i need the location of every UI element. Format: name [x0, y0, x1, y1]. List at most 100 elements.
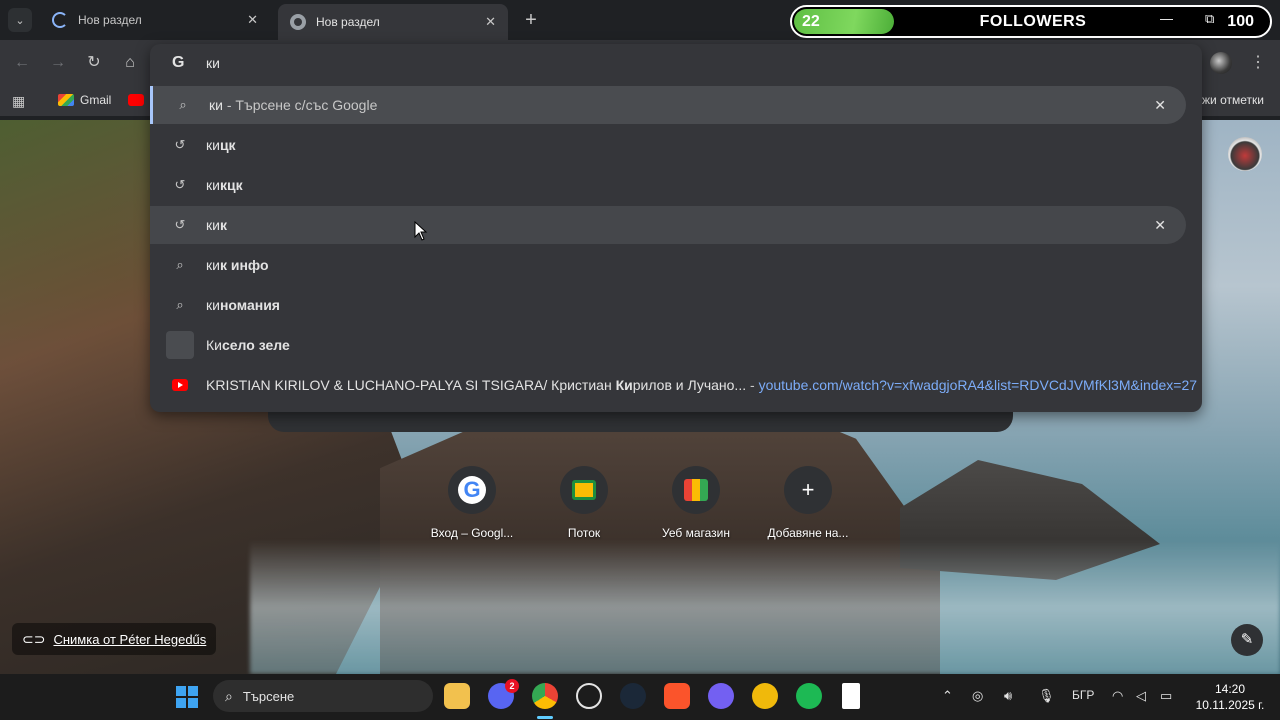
- customize-pencil-icon[interactable]: ✎: [1231, 624, 1263, 656]
- windows-start-icon[interactable]: [176, 686, 198, 708]
- apps-grid-icon[interactable]: ▦: [12, 93, 28, 109]
- tray-overflow-icon[interactable]: ⌃: [942, 688, 953, 704]
- reload-icon[interactable]: ↻: [84, 53, 104, 73]
- wallpaper-sea: [250, 540, 1280, 674]
- suggestion-url: youtube.com/watch?v=xfwadgjoRA4&list=RDV…: [758, 377, 1198, 393]
- shortcut-label: Добавяне на...: [767, 526, 849, 540]
- battery-icon[interactable]: ▭: [1160, 688, 1172, 704]
- suggestion-typed: ки: [206, 137, 220, 153]
- bookmark-label: Gmail: [80, 93, 112, 107]
- suggestion-typed: ки: [206, 217, 220, 233]
- omnibox-input-row[interactable]: G ки: [150, 44, 1202, 82]
- shortcut-add[interactable]: + Добавяне на...: [748, 466, 868, 540]
- search-icon: ⌕: [179, 97, 187, 112]
- obs-icon[interactable]: [576, 683, 602, 709]
- suggestion-completion: номания: [219, 297, 280, 313]
- taskbar-search-placeholder: Търсене: [242, 688, 295, 704]
- wifi-icon[interactable]: ◠: [1112, 688, 1123, 704]
- new-tab-button[interactable]: +: [520, 9, 542, 31]
- suggestion-search[interactable]: ⌕ киномания: [150, 286, 1186, 324]
- shortcut-web-store[interactable]: Уеб магазин: [636, 466, 756, 540]
- taskbar-clock[interactable]: 14:20 10.11.2025 г.: [1192, 681, 1268, 713]
- suggestion-youtube-url[interactable]: KRISTIAN KIRILOV & LUCHANO-PALYA SI TSIG…: [150, 366, 1197, 404]
- suggestion-completion: к: [219, 217, 227, 233]
- active-app-indicator: [537, 716, 553, 719]
- suggestion-separator: -: [746, 377, 759, 393]
- suggestion-query: ки: [209, 97, 223, 113]
- google-icon: G: [458, 476, 486, 504]
- speaker-icon[interactable]: ◁: [1136, 688, 1146, 704]
- history-icon: ↺: [174, 217, 186, 232]
- tab-search-button[interactable]: ⌄: [8, 8, 32, 32]
- file-explorer-icon[interactable]: [444, 683, 470, 709]
- youtube-bookmark-icon[interactable]: [128, 94, 144, 106]
- web-store-icon: [684, 479, 708, 501]
- notification-badge: 2: [505, 679, 519, 693]
- address-bar-input[interactable]: ки: [206, 55, 220, 71]
- notepad-icon[interactable]: [842, 683, 860, 709]
- minimize-icon[interactable]: —: [1160, 11, 1173, 26]
- followers-goal: 100: [1227, 13, 1254, 30]
- suggestion-typed: ки: [206, 297, 220, 313]
- search-icon: ⌕: [176, 297, 184, 312]
- profile-avatar[interactable]: [1210, 52, 1232, 74]
- history-icon: ↺: [174, 177, 186, 192]
- forward-arrow-icon[interactable]: →: [48, 53, 68, 73]
- gmail-icon: [58, 94, 74, 106]
- entity-thumbnail: [166, 331, 194, 359]
- photo-credit-link[interactable]: ⊂⊃ Снимка от Péter Hegedűs: [12, 623, 217, 655]
- shortcut-classroom[interactable]: Поток: [524, 466, 644, 540]
- remove-suggestion-icon[interactable]: ✕: [1154, 97, 1166, 114]
- suggestion-history[interactable]: ↺ кикцк: [150, 166, 1186, 204]
- suggestion-entity[interactable]: Кисело зеле: [150, 326, 1186, 364]
- chrome-taskbar-icon[interactable]: [532, 683, 558, 709]
- chrome-icon: [290, 14, 306, 30]
- windows-taskbar: ⌕ Търсене 2 ⌃ ◎ 🔊︎ 🎙︎ БГР ◠ ◁ ▭ 14:20 10…: [0, 674, 1280, 720]
- home-icon[interactable]: ⌂: [120, 53, 140, 73]
- loading-spinner-icon: [52, 12, 68, 28]
- suggestion-completion: кцк: [219, 177, 243, 193]
- language-indicator[interactable]: БГР: [1072, 688, 1094, 702]
- suggestion-history-hovered[interactable]: ↺ кик ✕: [150, 206, 1186, 244]
- suggestion-completion: цк: [219, 137, 236, 153]
- discord-icon[interactable]: 2: [488, 679, 519, 709]
- shortcut-label: Поток: [567, 526, 601, 540]
- tab-2-active[interactable]: Нов раздел ✕: [278, 4, 508, 40]
- link-icon: ⊂⊃: [22, 630, 46, 647]
- shortcut-label: Вход – Googl...: [430, 526, 514, 540]
- youtube-icon: [172, 379, 188, 391]
- classroom-icon: [572, 480, 596, 500]
- back-arrow-icon[interactable]: ←: [12, 53, 32, 73]
- tray-app-icon[interactable]: ◎: [972, 688, 983, 704]
- google-icon: G: [172, 54, 185, 71]
- microphone-icon[interactable]: 🎙︎: [1038, 688, 1055, 704]
- tab-1[interactable]: Нов раздел ✕: [40, 4, 270, 36]
- shortcut-google-login[interactable]: G Вход – Googl...: [412, 466, 532, 540]
- steam-icon[interactable]: [620, 683, 646, 709]
- tab-title: Нов раздел: [78, 13, 142, 27]
- suggestion-typed: ки: [206, 177, 220, 193]
- suggestion-title: KRISTIAN KIRILOV & LUCHANO-PALYA SI TSIG…: [206, 377, 616, 393]
- other-bookmarks[interactable]: жи отметки: [1202, 93, 1264, 107]
- menu-kebab-icon[interactable]: ⋮: [1250, 52, 1266, 72]
- spotify-icon[interactable]: [796, 683, 822, 709]
- suggestion-search[interactable]: ⌕ кик инфо: [150, 246, 1186, 284]
- suggestion-history[interactable]: ↺ кицк: [150, 126, 1186, 164]
- followers-label: FOLLOWERS: [979, 13, 1087, 30]
- volume-mixer-icon[interactable]: 🔊︎: [1004, 688, 1012, 704]
- taskbar-search[interactable]: ⌕ Търсене: [213, 680, 433, 712]
- photo-credit-text: Снимка от Péter Hegedűs: [53, 631, 207, 647]
- remove-suggestion-icon[interactable]: ✕: [1154, 217, 1166, 234]
- close-icon[interactable]: ✕: [485, 14, 496, 30]
- suggestion-match: Ки: [615, 377, 633, 393]
- bookmark-gmail[interactable]: Gmail: [58, 93, 111, 107]
- account-avatar[interactable]: [1228, 137, 1262, 171]
- brave-icon[interactable]: [664, 683, 690, 709]
- suggestion-search-google[interactable]: ⌕ ки - Търсене с/със Google ✕: [150, 86, 1186, 124]
- restore-icon[interactable]: ⧉: [1205, 11, 1214, 27]
- viber-icon[interactable]: [708, 683, 734, 709]
- suggestion-completion: к инфо: [219, 257, 269, 273]
- coin-app-icon[interactable]: [752, 683, 778, 709]
- close-icon[interactable]: ✕: [247, 12, 258, 28]
- search-icon: ⌕: [176, 257, 184, 272]
